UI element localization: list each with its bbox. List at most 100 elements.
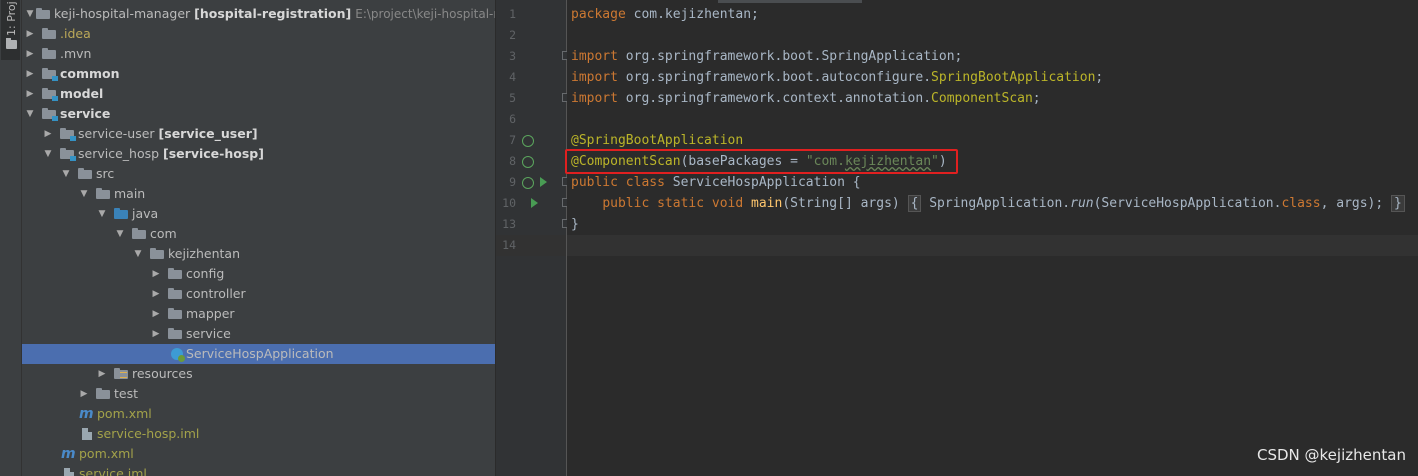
tree-item-label: config <box>186 266 225 281</box>
tree-item-service-hosp-iml[interactable]: service-hosp.iml <box>22 424 495 444</box>
spring-bean-gutter-icon[interactable] <box>522 135 534 147</box>
chevron-down-icon[interactable]: ▼ <box>132 244 144 264</box>
chevron-right-icon[interactable]: ▶ <box>42 124 54 144</box>
package-icon <box>150 248 164 259</box>
chevron-down-icon[interactable]: ▼ <box>24 104 36 124</box>
folder-icon <box>96 388 110 399</box>
module-folder-icon <box>60 128 76 141</box>
maven-icon: m <box>79 406 94 422</box>
package-icon <box>168 308 182 319</box>
tree-item-label: pom.xml <box>97 406 152 421</box>
line-number: 10 <box>502 196 516 210</box>
code-line-1: package com.kejizhentan; <box>571 7 759 22</box>
run-icon[interactable] <box>540 177 547 187</box>
spring-bean-gutter-icon[interactable] <box>522 177 534 189</box>
tree-item-service-package[interactable]: ▶ service <box>22 324 495 344</box>
code-editor[interactable]: package com.kejizhentan; import org.spri… <box>567 0 1418 476</box>
tree-item-label: .mvn <box>60 46 92 61</box>
chevron-down-icon[interactable]: ▼ <box>78 184 90 204</box>
tree-root[interactable]: ▼ keji-hospital-manager [hospital-regist… <box>22 4 495 24</box>
root-module: [hospital-registration] <box>194 6 352 21</box>
chevron-right-icon[interactable]: ▶ <box>150 324 162 344</box>
chevron-down-icon[interactable]: ▼ <box>114 224 126 244</box>
line-number: 14 <box>502 238 516 252</box>
folder-icon <box>6 38 17 49</box>
line-number: 2 <box>509 28 516 42</box>
tree-item-idea[interactable]: ▶ .idea <box>22 24 495 44</box>
tree-item-label: pom.xml <box>79 446 134 461</box>
project-panel: ▼ keji-hospital-manager [hospital-regist… <box>22 0 495 476</box>
folded-region-close[interactable]: } <box>1391 195 1405 212</box>
chevron-right-icon[interactable]: ▶ <box>24 44 36 64</box>
tree-item-test[interactable]: ▶ test <box>22 384 495 404</box>
tree-item-kejizhentan[interactable]: ▼ kejizhentan <box>22 244 495 264</box>
chevron-right-icon[interactable]: ▶ <box>150 304 162 324</box>
code-line-5: import org.springframework.context.annot… <box>571 91 1041 106</box>
module-file-icon <box>64 468 74 476</box>
chevron-right-icon[interactable]: ▶ <box>24 64 36 84</box>
module-file-icon <box>82 428 92 440</box>
folder-icon <box>42 28 56 39</box>
current-line-highlight <box>567 235 1418 256</box>
line-number: 13 <box>502 217 516 231</box>
tree-item-label: java <box>132 206 159 221</box>
tree-item-label: mapper <box>186 306 235 321</box>
tree-item-label: resources <box>132 366 193 381</box>
chevron-right-icon[interactable]: ▶ <box>24 24 36 44</box>
tree-item-mapper[interactable]: ▶ mapper <box>22 304 495 324</box>
chevron-down-icon[interactable]: ▼ <box>96 204 108 224</box>
line-number: 8 <box>509 154 516 168</box>
tree-item-service-user[interactable]: ▶ service-user [service_user] <box>22 124 495 144</box>
module-folder-icon <box>60 148 76 161</box>
line-number: 5 <box>509 91 516 105</box>
editor-scroll-indicator[interactable] <box>718 0 862 3</box>
tree-item-service[interactable]: ▼ service <box>22 104 495 124</box>
tree-item-model[interactable]: ▶ model <box>22 84 495 104</box>
root-path: E:\project\keji-hospital-manag <box>355 7 495 21</box>
tree-item-label: controller <box>186 286 246 301</box>
run-icon[interactable] <box>531 198 538 208</box>
chevron-down-icon[interactable]: ▼ <box>24 4 36 24</box>
chevron-right-icon[interactable]: ▶ <box>78 384 90 404</box>
line-number: 7 <box>509 133 516 147</box>
tree-item-service-hosp[interactable]: ▼ service_hosp [service-hosp] <box>22 144 495 164</box>
tree-item-resources[interactable]: ▶ resources <box>22 364 495 384</box>
chevron-right-icon[interactable]: ▶ <box>96 364 108 384</box>
editor-gutter[interactable]: 1 2 3 4 5 6 7 8 9 10 13 14 <box>496 0 571 476</box>
project-tool-tab[interactable]: 1: Project <box>1 0 20 60</box>
tree-item-service-pom-xml[interactable]: m pom.xml <box>22 444 495 464</box>
folder-icon <box>42 48 56 59</box>
tree-item-pom-xml[interactable]: m pom.xml <box>22 404 495 424</box>
line-number: 9 <box>509 175 516 189</box>
chevron-down-icon[interactable]: ▼ <box>42 144 54 164</box>
code-line-7: @SpringBootApplication <box>571 133 744 148</box>
tree-item-com[interactable]: ▼ com <box>22 224 495 244</box>
tree-item-src[interactable]: ▼ src <box>22 164 495 184</box>
tree-item-controller[interactable]: ▶ controller <box>22 284 495 304</box>
chevron-right-icon[interactable]: ▶ <box>150 264 162 284</box>
tree-item-service-iml[interactable]: service.iml <box>22 464 495 476</box>
line-number: 6 <box>509 112 516 126</box>
tree-item-mvn[interactable]: ▶ .mvn <box>22 44 495 64</box>
tree-item-label: model <box>60 86 104 101</box>
folded-region-open[interactable]: { <box>907 195 922 212</box>
folder-icon <box>36 8 50 19</box>
project-tab-label: 1: Project <box>5 2 18 36</box>
annotation-highlight-box <box>565 149 958 174</box>
tree-item-label: service <box>186 326 231 341</box>
tree-item-label: service-hosp.iml <box>97 426 200 441</box>
tree-item-service-hosp-application[interactable]: ServiceHospApplication <box>22 344 495 364</box>
code-line-13: } <box>571 217 579 232</box>
tree-item-common[interactable]: ▶ common <box>22 64 495 84</box>
chevron-right-icon[interactable]: ▶ <box>150 284 162 304</box>
spring-bean-gutter-icon[interactable] <box>522 156 534 168</box>
chevron-right-icon[interactable]: ▶ <box>24 84 36 104</box>
module-folder-icon <box>42 68 58 81</box>
package-icon <box>168 288 182 299</box>
code-line-4: import org.springframework.boot.autoconf… <box>571 70 1104 85</box>
tree-item-config[interactable]: ▶ config <box>22 264 495 284</box>
chevron-down-icon[interactable]: ▼ <box>60 164 72 184</box>
tree-item-java[interactable]: ▼ java <box>22 204 495 224</box>
folder-icon <box>96 188 110 199</box>
tree-item-main[interactable]: ▼ main <box>22 184 495 204</box>
